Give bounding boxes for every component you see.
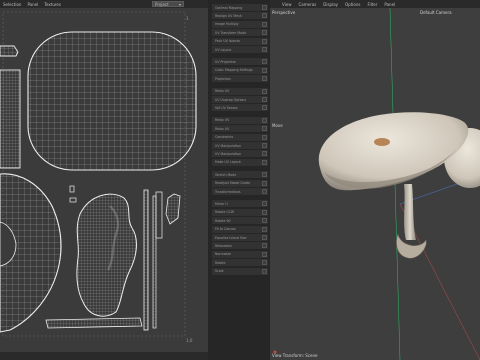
tool-options-icon[interactable] (262, 143, 267, 148)
tool-options-icon[interactable] (262, 38, 267, 44)
tool-options-icon[interactable] (262, 172, 267, 178)
menu-display[interactable]: Display (323, 2, 338, 7)
tool-options-icon[interactable] (262, 260, 267, 266)
uv-island-thin-3[interactable] (155, 191, 163, 239)
tool-row[interactable]: Scale (212, 267, 268, 275)
tool-row[interactable]: Mirror U (212, 200, 268, 208)
uv-island-bottom-strip[interactable] (45, 317, 143, 329)
tool-options-icon[interactable] (262, 189, 267, 194)
tool-options-icon[interactable] (262, 47, 267, 52)
tool-row[interactable]: Normalize (212, 250, 268, 258)
tool-row[interactable]: Rotate (212, 259, 268, 267)
tool-row[interactable]: Relax UV (212, 116, 268, 124)
tool-options-icon[interactable] (262, 5, 267, 10)
tool-options-icon[interactable] (262, 226, 267, 232)
menu-view[interactable]: View (282, 2, 292, 7)
uv-island-hook[interactable] (165, 193, 181, 225)
uv-island-small-1[interactable] (0, 45, 19, 57)
axis-gizmo (273, 350, 277, 354)
tool-options-icon[interactable] (262, 97, 267, 102)
tool-row[interactable]: Fit to Canvas (212, 225, 268, 233)
corner-marker-bottom: 1,0 (186, 338, 193, 343)
tool-row[interactable]: Image Multiply (212, 20, 268, 28)
tool-row[interactable]: Relaxation (212, 242, 268, 250)
viewport-menubar: View Cameras Display Options Filter Pane… (270, 0, 480, 8)
tool-options-icon[interactable] (262, 251, 267, 257)
tool-row[interactable]: Readjust Model Grade (212, 179, 268, 187)
menu-options[interactable]: Options (345, 2, 360, 7)
tool-row[interactable]: Stretch Mode (212, 171, 268, 179)
tool-options-icon[interactable] (262, 201, 267, 207)
tool-row[interactable]: Pack UV Islands (212, 37, 268, 45)
tool-options-icon[interactable] (262, 30, 267, 36)
tool-row[interactable]: Rotate 90 (212, 217, 268, 225)
viewport-canvas[interactable] (270, 8, 480, 360)
tool-options-icon[interactable] (262, 180, 267, 186)
uv-canvas[interactable]: 1 1,0 (0, 8, 208, 352)
tool-options-icon[interactable] (262, 218, 267, 224)
uv-mode-value: Project (155, 1, 169, 7)
tool-options-icon[interactable] (262, 235, 267, 240)
tool-options-icon[interactable] (262, 76, 267, 82)
tool-options-icon[interactable] (262, 59, 267, 65)
tool-options-icon[interactable] (262, 105, 267, 111)
tool-row[interactable]: Relax UV (212, 125, 268, 133)
tool-row[interactable]: Equalize Island Size (212, 234, 268, 241)
uv-island-tiny-2[interactable] (69, 197, 77, 203)
tool-row[interactable]: Transformations (212, 188, 268, 195)
tool-options-icon[interactable] (262, 151, 267, 157)
uv-island-strip[interactable] (0, 69, 21, 169)
mushroom-stem[interactable] (404, 184, 416, 240)
tool-options-icon[interactable] (262, 209, 267, 215)
tool-row[interactable]: Optimal Mapping (212, 4, 268, 11)
tool-row[interactable]: Make UV Layout (212, 158, 268, 166)
tool-row[interactable]: Cubic Mapping Settings (212, 66, 268, 74)
tool-row[interactable]: Set UV Seams (212, 104, 268, 112)
uv-footer (0, 352, 208, 360)
tool-options-icon[interactable] (262, 159, 267, 165)
tool-options-icon[interactable] (262, 67, 267, 73)
mushroom-cap-center (374, 138, 390, 146)
tool-options-icon[interactable] (262, 21, 267, 27)
tool-row[interactable]: Projection (212, 75, 268, 83)
uv-mode-dropdown[interactable]: Project ▾ (152, 1, 184, 7)
tool-row[interactable]: Realign UV Mesh (212, 12, 268, 20)
menu-panel[interactable]: Panel (384, 2, 395, 7)
uv-island-thin-1[interactable] (143, 189, 149, 331)
tool-row[interactable]: UV Layout (212, 46, 268, 53)
tool-row[interactable]: UV Unwrap Options (212, 96, 268, 103)
menu-cameras[interactable]: Cameras (299, 2, 317, 7)
tool-row[interactable]: UV Projection (212, 58, 268, 66)
tool-options-icon[interactable] (262, 268, 267, 274)
tool-options-icon[interactable] (262, 134, 267, 140)
tool-options-icon[interactable] (262, 13, 267, 19)
tool-options-icon[interactable] (262, 126, 267, 132)
uv-island-stem[interactable] (76, 193, 137, 317)
mushroom-cap[interactable] (318, 112, 469, 191)
menu-filter[interactable]: Filter (367, 2, 377, 7)
corner-marker-top: 1 (186, 16, 189, 21)
tool-row[interactable]: UV Manipulation (212, 142, 268, 149)
menu-textures[interactable]: Textures (44, 2, 61, 7)
chevron-down-icon: ▾ (178, 1, 181, 7)
uv-island-tiny-1[interactable] (69, 185, 75, 193)
tool-row[interactable]: UV Manipulation (212, 150, 268, 158)
tool-options-icon[interactable] (262, 88, 267, 94)
tool-options-icon[interactable] (262, 117, 267, 123)
tool-row[interactable]: Constraints (212, 133, 268, 141)
uv-island-thin-2[interactable] (152, 195, 157, 329)
menu-selection[interactable]: Selection (3, 2, 21, 7)
tool-row[interactable]: Rotate CCW (212, 208, 268, 216)
menu-panel[interactable]: Panel (27, 2, 38, 7)
tool-options-icon[interactable] (262, 243, 267, 249)
tool-row[interactable]: UV Transform Mode (212, 29, 268, 37)
uv-island-cap-top[interactable] (27, 31, 197, 171)
tool-row[interactable]: Relax UV (212, 87, 268, 95)
